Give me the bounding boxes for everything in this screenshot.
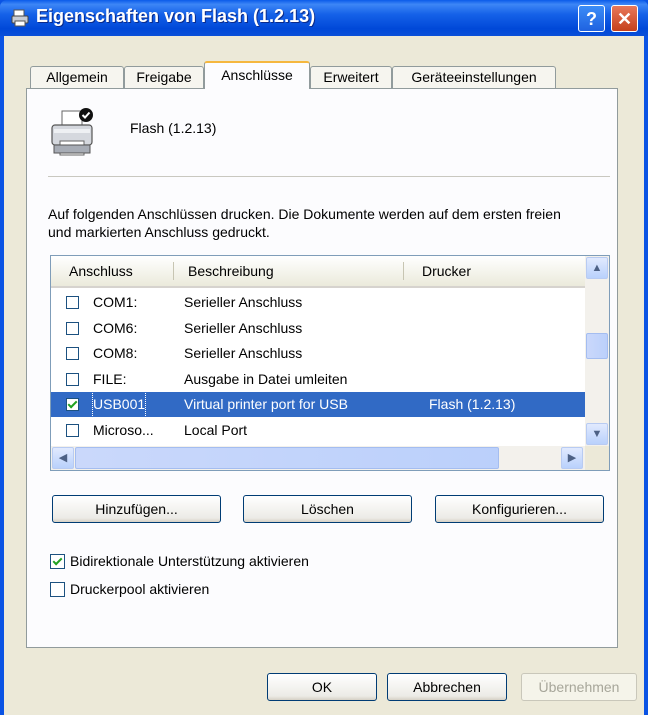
bidirectional-checkbox[interactable] — [50, 554, 65, 569]
port-row[interactable]: COM1: Serieller Anschluss — [51, 290, 585, 315]
scrollbar-corner — [585, 446, 609, 470]
window-border-right — [644, 36, 648, 715]
port-name: COM1: — [93, 294, 138, 310]
separator — [48, 176, 610, 177]
port-checkbox[interactable] — [66, 372, 79, 386]
tab-erweitert[interactable]: Erweitert — [310, 66, 392, 88]
port-description: Serieller Anschluss — [184, 345, 303, 361]
column-header-port[interactable]: Anschluss — [69, 263, 133, 279]
help-button[interactable]: ? — [578, 5, 605, 32]
tab-allgemein[interactable]: Allgemein — [30, 66, 124, 88]
tab-anschluesse[interactable]: Anschlüsse — [204, 61, 310, 89]
port-checkbox[interactable] — [66, 398, 79, 411]
bidirectional-label[interactable]: Bidirektionale Unterstützung aktivieren — [70, 553, 309, 569]
port-row[interactable]: COM6: Serieller Anschluss — [51, 316, 585, 341]
port-checkbox[interactable] — [66, 423, 79, 437]
printer-pool-checkbox[interactable] — [50, 582, 65, 597]
port-name: FILE: — [93, 370, 127, 387]
column-header-description[interactable]: Beschreibung — [188, 263, 274, 279]
close-button[interactable]: ✕ — [611, 5, 638, 32]
column-divider[interactable] — [173, 262, 174, 280]
ports-list-header: Anschluss Beschreibung Drucker — [51, 256, 585, 288]
port-description: Serieller Anschluss — [184, 319, 303, 336]
delete-port-button[interactable]: Löschen — [243, 495, 412, 523]
cancel-button[interactable]: Abbrechen — [387, 673, 507, 701]
tab-strip: Allgemein Freigabe Anschlüsse Erweitert … — [0, 36, 648, 96]
printer-small-icon — [11, 9, 29, 27]
add-port-button[interactable]: Hinzufügen... — [52, 495, 221, 523]
port-row[interactable]: FILE: Ausgabe in Datei umleiten — [51, 367, 585, 392]
port-name: COM8: — [93, 345, 138, 361]
scroll-right-button[interactable]: ▶ — [561, 447, 583, 469]
printer-name: Flash (1.2.13) — [130, 120, 217, 136]
port-description: Serieller Anschluss — [184, 294, 303, 310]
port-row[interactable]: COM8: Serieller Anschluss — [51, 341, 585, 366]
horizontal-scrollbar[interactable]: ◀ ▶ — [51, 446, 585, 470]
port-row[interactable]: Microso... Local Port — [51, 418, 585, 443]
port-name: Microso... — [93, 421, 154, 438]
window-title: Eigenschaften von Flash (1.2.13) — [36, 6, 316, 26]
port-name: USB001 — [91, 391, 147, 418]
column-header-printer[interactable]: Drucker — [422, 263, 471, 279]
port-checkbox[interactable] — [66, 296, 79, 309]
ports-list[interactable]: Anschluss Beschreibung Drucker COM1: Seri… — [50, 255, 610, 471]
tab-geraeteeinstellungen[interactable]: Geräteeinstellungen — [392, 66, 556, 88]
apply-button[interactable]: Übernehmen — [521, 673, 637, 701]
ports-description: Auf folgenden Anschlüssen drucken. Die D… — [48, 206, 561, 240]
port-name: COM6: — [93, 319, 138, 336]
port-row[interactable]: USB001 Virtual printer port for USB Flash … — [51, 391, 585, 418]
properties-window: Eigenschaften von Flash (1.2.13) ? ✕ All… — [0, 0, 648, 715]
port-description: Local Port — [184, 421, 248, 438]
port-description: Ausgabe in Datei umleiten — [184, 370, 348, 387]
port-checkbox[interactable] — [66, 321, 79, 335]
column-divider[interactable] — [403, 262, 404, 280]
configure-port-button[interactable]: Konfigurieren... — [435, 495, 604, 523]
vertical-scrollbar[interactable]: ▲ ▼ — [585, 256, 609, 446]
vertical-scroll-thumb[interactable] — [586, 333, 608, 359]
printer-icon — [51, 108, 93, 156]
horizontal-scroll-thumb[interactable] — [75, 447, 499, 469]
port-description: Virtual printer port for USB — [184, 396, 348, 412]
port-checkbox[interactable] — [66, 347, 79, 360]
printer-pool-label[interactable]: Druckerpool aktivieren — [70, 581, 209, 597]
scroll-down-button[interactable]: ▼ — [586, 423, 608, 445]
title-bar[interactable]: Eigenschaften von Flash (1.2.13) ? ✕ — [0, 0, 648, 36]
scroll-up-button[interactable]: ▲ — [586, 257, 608, 279]
ok-button[interactable]: OK — [267, 673, 377, 701]
tab-freigabe[interactable]: Freigabe — [124, 66, 204, 88]
scroll-left-button[interactable]: ◀ — [52, 447, 74, 469]
port-printer: Flash (1.2.13) — [429, 396, 516, 412]
